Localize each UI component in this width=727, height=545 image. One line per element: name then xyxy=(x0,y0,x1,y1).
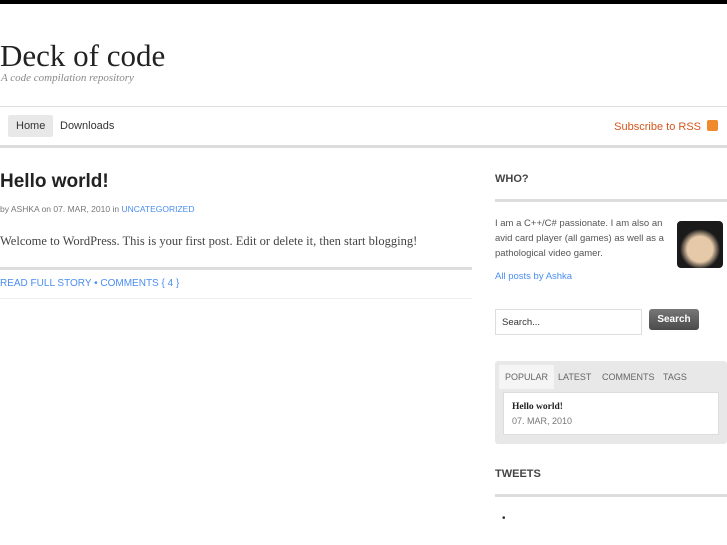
post-meta: by ASHKA on 07. MAR, 2010 in UNCATEGORIZ… xyxy=(0,204,194,214)
tweet-bullet: • xyxy=(502,513,506,524)
sidebar-tabs: POPULAR LATEST COMMENTS TAGS Hello world… xyxy=(495,361,727,444)
site-tagline: A code compilation repository xyxy=(1,72,134,84)
rss-icon[interactable] xyxy=(707,120,718,131)
tweets-heading: TWEETS xyxy=(495,468,541,480)
divider xyxy=(495,199,727,202)
post-title[interactable]: Hello world! xyxy=(0,171,109,193)
who-text: I am a C++/C# passionate. I am also an a… xyxy=(495,218,664,259)
category-link[interactable]: UNCATEGORIZED xyxy=(121,204,194,214)
tab-tags[interactable]: TAGS xyxy=(657,365,693,389)
search-button[interactable]: Search xyxy=(649,309,699,330)
comments-link[interactable]: COMMENTS { 4 } xyxy=(100,278,179,289)
tab-panel: Hello world! 07. MAR, 2010 xyxy=(503,392,719,435)
read-more-link[interactable]: READ FULL STORY xyxy=(0,278,91,289)
tab-popular[interactable]: POPULAR xyxy=(499,365,555,389)
subscribe-rss-link[interactable]: Subscribe to RSS xyxy=(614,121,701,133)
divider xyxy=(0,267,472,270)
popular-post-date: 07. MAR, 2010 xyxy=(512,416,573,426)
all-posts-link[interactable]: All posts by Ashka xyxy=(495,271,572,282)
nav-downloads[interactable]: Downloads xyxy=(52,115,122,137)
main-nav: Home Downloads Subscribe to RSS xyxy=(0,106,727,148)
avatar xyxy=(677,221,723,268)
post-footer: READ FULL STORY • COMMENTS { 4 } xyxy=(0,278,179,289)
nav-home[interactable]: Home xyxy=(8,115,54,137)
tab-latest[interactable]: LATEST xyxy=(552,365,597,389)
popular-post-link[interactable]: Hello world! xyxy=(512,402,563,412)
who-heading: WHO? xyxy=(495,173,529,185)
divider xyxy=(0,298,472,299)
top-bar xyxy=(0,0,727,4)
site-title[interactable]: Deck of code xyxy=(0,38,165,74)
post-byline: by ASHKA on 07. MAR, 2010 in xyxy=(0,204,122,214)
search-input[interactable]: Search... xyxy=(495,309,642,335)
divider xyxy=(495,494,727,497)
post-body: Welcome to WordPress. This is your first… xyxy=(0,234,418,248)
tab-comments[interactable]: COMMENTS xyxy=(596,365,661,389)
